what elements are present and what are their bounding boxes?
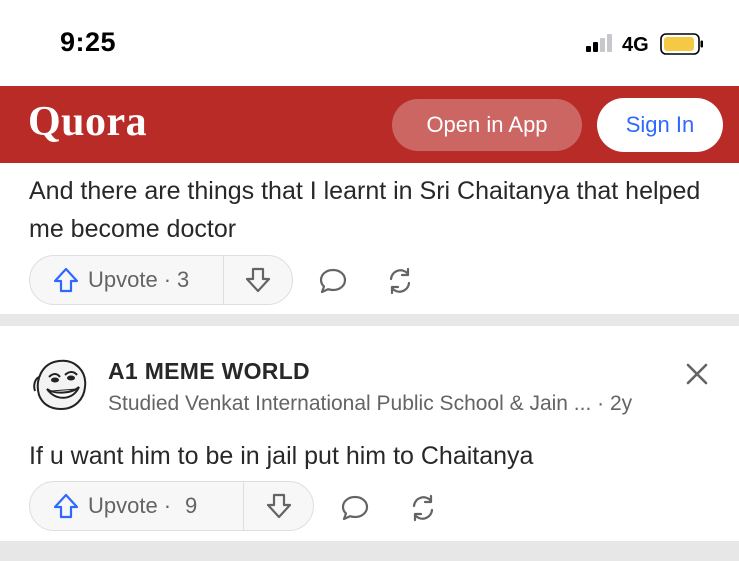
upvote-separator: · — [163, 267, 172, 292]
share-icon[interactable] — [385, 266, 415, 296]
feed-divider — [0, 314, 739, 326]
comment-icon[interactable] — [318, 266, 348, 296]
upvote-separator: · — [163, 493, 172, 518]
quora-logo[interactable]: Quora — [28, 98, 147, 146]
troll-face-avatar-icon — [29, 351, 93, 415]
status-time: 9:25 — [60, 27, 117, 57]
close-icon[interactable] — [684, 361, 710, 387]
share-icon[interactable] — [408, 493, 438, 523]
upvote-label: Upvote — [88, 493, 158, 518]
network-type: 4G — [622, 34, 649, 56]
author-name[interactable]: A1 MEME WORLD — [108, 358, 310, 385]
downvote-arrow-icon — [266, 493, 291, 519]
author-avatar[interactable] — [29, 351, 93, 415]
feed-divider — [0, 541, 739, 561]
vote-pill: Upvote · 3 — [29, 255, 293, 305]
quora-header: Quora Open in App Sign In — [0, 86, 739, 163]
battery-icon — [660, 33, 703, 55]
signal-icon — [586, 34, 612, 52]
open-in-app-button[interactable]: Open in App — [392, 99, 582, 151]
downvote-button[interactable] — [224, 256, 292, 304]
sign-in-button[interactable]: Sign In — [597, 98, 723, 152]
upvote-button[interactable]: Upvote · 3 — [30, 256, 224, 304]
upvote-label: Upvote — [88, 267, 158, 292]
comment-icon[interactable] — [340, 493, 370, 523]
answer-text: If u want him to be in jail put him to C… — [29, 442, 534, 470]
downvote-arrow-icon — [245, 267, 271, 293]
upvote-arrow-icon — [53, 493, 79, 519]
upvote-button[interactable]: Upvote · 9 — [30, 482, 244, 530]
downvote-button[interactable] — [244, 482, 313, 530]
status-bar: 9:25 4G — [0, 0, 739, 86]
answer-text: And there are things that I learnt in Sr… — [29, 177, 701, 243]
upvote-count: 3 — [177, 267, 190, 292]
upvote-count: 9 — [185, 493, 198, 518]
upvote-arrow-icon — [53, 267, 79, 293]
author-credential: Studied Venkat International Public Scho… — [108, 392, 633, 415]
vote-pill: Upvote · 9 — [29, 481, 314, 531]
